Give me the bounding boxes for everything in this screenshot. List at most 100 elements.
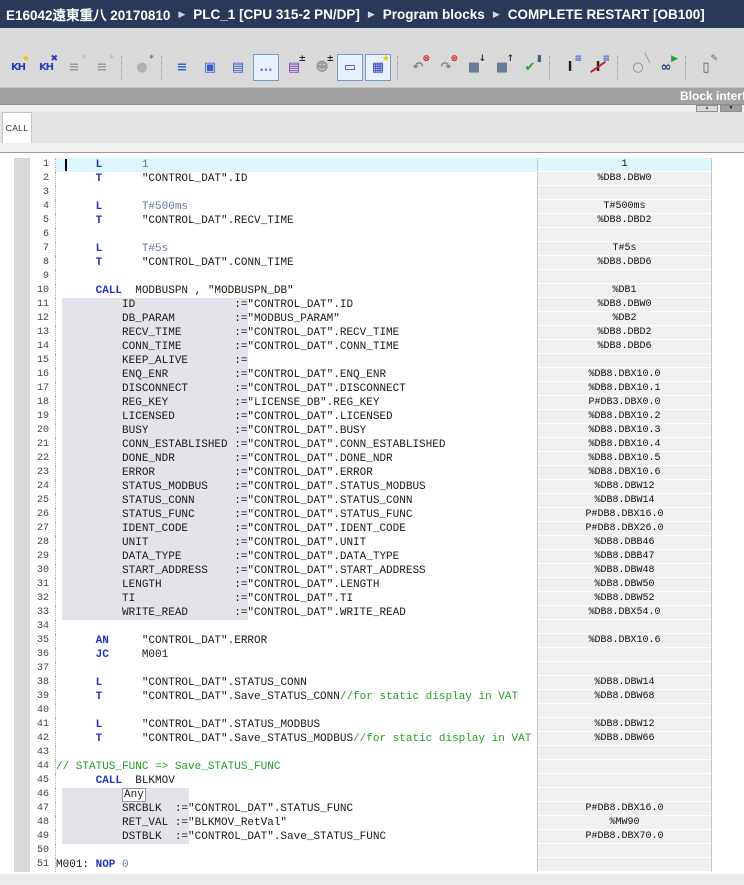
code-cell[interactable]: START_ADDRESS :="CONTROL_DAT".START_ADDR…	[56, 564, 537, 578]
code-cell[interactable]: ID :="CONTROL_DAT".ID	[56, 298, 537, 312]
code-cell[interactable]: L "CONTROL_DAT".STATUS_CONN	[56, 676, 537, 690]
code-cell[interactable]: L 1	[56, 158, 537, 172]
code-line: 38 L "CONTROL_DAT".STATUS_CONN%DB8.DBW14	[0, 676, 744, 690]
code-cell[interactable]	[56, 704, 537, 718]
code-cell[interactable]: DSTBLK :="CONTROL_DAT".Save_STATUS_FUNC	[56, 830, 537, 844]
code-cell[interactable]: STATUS_CONN :="CONTROL_DAT".STATUS_CONN	[56, 494, 537, 508]
reset-start-values-icon[interactable]: ●*	[129, 54, 155, 81]
code-cell[interactable]: DB_PARAM :="MODBUS_PARAM"	[56, 312, 537, 326]
code-cell[interactable]: LICENSED :="CONTROL_DAT".LICENSED	[56, 410, 537, 424]
upload-from-device-icon[interactable]: ■↑	[489, 54, 515, 81]
code-cell[interactable]	[56, 228, 537, 242]
download-to-device-icon[interactable]: ■↓	[461, 54, 487, 81]
code-cell[interactable]: CONN_TIME :="CONTROL_DAT".CONN_TIME	[56, 340, 537, 354]
code-cell[interactable]: RECV_TIME :="CONTROL_DAT".RECV_TIME	[56, 326, 537, 340]
discard-redo-icon[interactable]: ↷⊗	[433, 54, 459, 81]
splitter-collapse-icon[interactable]: ▼	[720, 105, 742, 112]
code-cell[interactable]	[56, 270, 537, 284]
code-cell[interactable]: ENQ_ENR :="CONTROL_DAT".ENQ_ENR	[56, 368, 537, 382]
discard-undo-icon[interactable]: ↶⊗	[405, 54, 431, 81]
breadcrumb-item[interactable]: PLC_1 [CPU 315-2 PN/DP]	[193, 7, 360, 22]
code-cell[interactable]: T "CONTROL_DAT".CONN_TIME	[56, 256, 537, 270]
code-cell[interactable]	[56, 620, 537, 634]
gutter-strip	[14, 858, 30, 872]
code-cell[interactable]: CALL BLKMOV	[56, 774, 537, 788]
code-cell[interactable]: Any	[56, 788, 537, 802]
code-cell[interactable]: L T#500ms	[56, 200, 537, 214]
insert-row-above-icon[interactable]: ≡*	[61, 54, 87, 81]
gutter-strip	[14, 550, 30, 564]
absolute-operands-icon[interactable]: ▭	[337, 54, 363, 81]
symbol-table-icon[interactable]: ▤±	[281, 54, 307, 81]
network-comments-icon[interactable]: …	[253, 54, 279, 81]
line-number: 50	[30, 844, 56, 858]
network-list-icon[interactable]: ≡	[169, 54, 195, 81]
block-interface-header[interactable]: Block interf	[0, 88, 744, 104]
code-cell[interactable]: REG_KEY :="LICENSE_DB".REG_KEY	[56, 396, 537, 410]
breadcrumb-item[interactable]: COMPLETE RESTART [OB100]	[508, 7, 705, 22]
absolute-address-cell: %DB2	[537, 312, 712, 326]
monitor-off-icon[interactable]: I≡	[585, 54, 611, 81]
block-interface-splitter[interactable]: ▲ ▼	[0, 104, 744, 112]
code-cell[interactable]: T "CONTROL_DAT".Save_STATUS_CONN//for st…	[56, 690, 537, 704]
code-cell[interactable]	[56, 844, 537, 858]
insert-network-icon[interactable]: KH★	[5, 54, 31, 81]
code-cell[interactable]: L "CONTROL_DAT".STATUS_MODBUS	[56, 718, 537, 732]
absolute-address-cell: %DB8.DBD6	[537, 256, 712, 270]
breadcrumb-item[interactable]: E16042遠東重八 20170810	[6, 4, 170, 24]
code-cell[interactable]: STATUS_FUNC :="CONTROL_DAT".STATUS_FUNC	[56, 508, 537, 522]
code-cell[interactable]	[56, 746, 537, 760]
find-replace-icon[interactable]: ○╲	[625, 54, 651, 81]
code-cell[interactable]: WRITE_READ :="CONTROL_DAT".WRITE_READ	[56, 606, 537, 620]
code-cell[interactable]: T "CONTROL_DAT".ID	[56, 172, 537, 186]
code-cell[interactable]: CALL MODBUSPN , "MODBUSPN_DB"	[56, 284, 537, 298]
symbol-favorites-icon[interactable]: ▦★	[365, 54, 391, 81]
code-cell[interactable]: DISCONNECT :="CONTROL_DAT".DISCONNECT	[56, 382, 537, 396]
delete-network-icon[interactable]: KH✖	[33, 54, 59, 81]
line-number: 4	[30, 200, 56, 214]
line-number: 9	[30, 270, 56, 284]
gutter-strip	[14, 396, 30, 410]
code-cell[interactable]: M001: NOP 0	[56, 858, 537, 872]
gutter-strip	[14, 200, 30, 214]
absolute-address-cell: %DB8.DBW68	[537, 690, 712, 704]
go-online-icon[interactable]: ✔▮	[517, 54, 543, 81]
code-cell[interactable]: IDENT_CODE :="CONTROL_DAT".IDENT_CODE	[56, 522, 537, 536]
insert-row-below-icon[interactable]: ≡*	[89, 54, 115, 81]
code-cell[interactable]: LENGTH :="CONTROL_DAT".LENGTH	[56, 578, 537, 592]
line-number: 30	[30, 564, 56, 578]
call-environment-icon[interactable]: ☻±	[309, 54, 335, 81]
code-line: 5 T "CONTROL_DAT".RECV_TIME%DB8.DBD2	[0, 214, 744, 228]
watch-glasses-icon[interactable]: ∞▶	[653, 54, 679, 81]
gutter-strip	[14, 172, 30, 186]
code-cell[interactable]: RET_VAL :="BLKMOV_RetVal"	[56, 816, 537, 830]
code-cell[interactable]: CONN_ESTABLISHED :="CONTROL_DAT".CONN_ES…	[56, 438, 537, 452]
code-cell[interactable]	[56, 186, 537, 200]
absolute-address-cell	[537, 858, 712, 872]
code-cell[interactable]: L T#5s	[56, 242, 537, 256]
code-cell[interactable]: DONE_NDR :="CONTROL_DAT".DONE_NDR	[56, 452, 537, 466]
code-cell[interactable]: T "CONTROL_DAT".RECV_TIME	[56, 214, 537, 228]
code-cell[interactable]: JC M001	[56, 648, 537, 662]
code-cell[interactable]: BUSY :="CONTROL_DAT".BUSY	[56, 424, 537, 438]
code-cell[interactable]: DATA_TYPE :="CONTROL_DAT".DATA_TYPE	[56, 550, 537, 564]
code-cell[interactable]: T "CONTROL_DAT".Save_STATUS_MODBUS//for …	[56, 732, 537, 746]
splitter-expand-icon[interactable]: ▲	[696, 105, 718, 112]
open-all-networks-icon[interactable]: ▣	[197, 54, 223, 81]
code-cell[interactable]: AN "CONTROL_DAT".ERROR	[56, 634, 537, 648]
code-cell[interactable]: ERROR :="CONTROL_DAT".ERROR	[56, 466, 537, 480]
monitor-on-icon[interactable]: I≡	[557, 54, 583, 81]
code-cell[interactable]: KEEP_ALIVE :=	[56, 354, 537, 368]
code-cell[interactable]: STATUS_MODBUS :="CONTROL_DAT".STATUS_MOD…	[56, 480, 537, 494]
breadcrumb-item[interactable]: Program blocks	[383, 7, 485, 22]
tab-call[interactable]: CALL	[2, 112, 32, 143]
code-cell[interactable]: SRCBLK :="CONTROL_DAT".STATUS_FUNC	[56, 802, 537, 816]
code-cell[interactable]: UNIT :="CONTROL_DAT".UNIT	[56, 536, 537, 550]
block-properties-icon[interactable]: ▯✎	[693, 54, 719, 81]
any-pointer-field[interactable]: Any	[122, 788, 146, 802]
stl-code-editor[interactable]: 1 L 112 T "CONTROL_DAT".ID%DB8.DBW03 4 L…	[0, 152, 744, 874]
code-cell[interactable]: // STATUS_FUNC => Save_STATUS_FUNC	[56, 760, 537, 774]
code-cell[interactable]	[56, 662, 537, 676]
close-all-networks-icon[interactable]: ▤	[225, 54, 251, 81]
code-cell[interactable]: TI :="CONTROL_DAT".TI	[56, 592, 537, 606]
